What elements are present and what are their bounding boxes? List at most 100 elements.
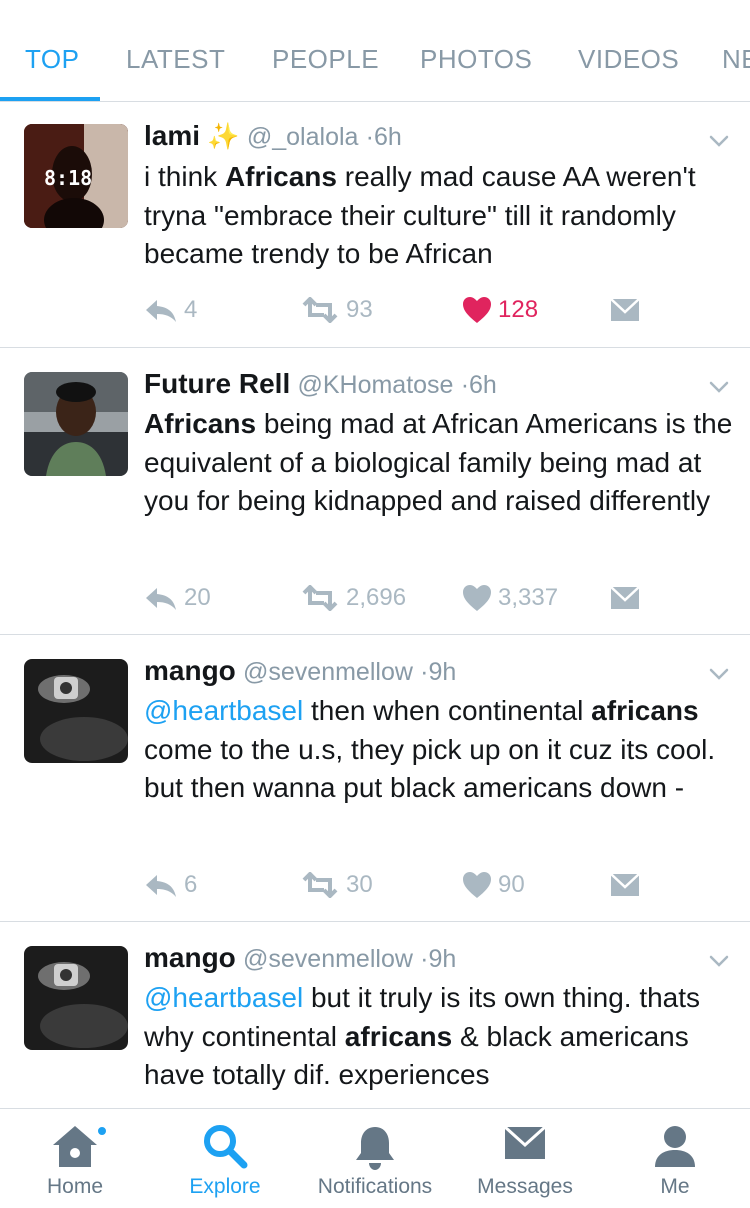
avatar[interactable] xyxy=(24,659,128,763)
search-tabs: TOP LATEST PEOPLE PHOTOS VIDEOS NE xyxy=(0,0,750,102)
envelope-icon xyxy=(610,298,640,321)
like-button[interactable]: 3,337 xyxy=(462,582,558,614)
retweet-icon xyxy=(302,297,338,323)
tab-news[interactable]: NE xyxy=(722,44,750,75)
display-name[interactable]: mango xyxy=(144,942,236,973)
retweet-icon xyxy=(302,585,338,611)
nav-label: Home xyxy=(46,1175,104,1198)
nav-notifications[interactable]: Notifications xyxy=(300,1109,450,1208)
reply-count: 6 xyxy=(184,871,198,898)
direct-message-button[interactable] xyxy=(610,582,646,614)
tweet-actions: 4 93 128 xyxy=(144,294,664,326)
tweet-text: Africans being mad at African Americans … xyxy=(144,405,734,521)
user-handle[interactable]: @sevenmellow xyxy=(243,658,413,686)
retweet-count: 93 xyxy=(346,296,373,323)
chevron-down-icon[interactable] xyxy=(708,376,730,398)
tab-top[interactable]: TOP xyxy=(25,44,79,75)
envelope-icon xyxy=(610,873,640,896)
nav-label: Me xyxy=(660,1175,690,1198)
tab-latest[interactable]: LATEST xyxy=(126,44,225,75)
nav-label: Explore xyxy=(189,1175,261,1198)
reply-icon xyxy=(146,875,176,897)
retweet-icon xyxy=(302,872,338,898)
display-name[interactable]: mango xyxy=(144,655,236,686)
unread-indicator-dot xyxy=(96,1125,108,1137)
bell-icon xyxy=(356,1127,394,1170)
tweet-header: mango @sevenmellow ·9h xyxy=(144,942,456,974)
avatar[interactable] xyxy=(24,372,128,476)
tab-people[interactable]: PEOPLE xyxy=(272,44,379,75)
like-button[interactable]: 90 xyxy=(462,869,525,901)
reply-count: 20 xyxy=(184,584,211,611)
chevron-down-icon[interactable] xyxy=(708,663,730,685)
tweet-text-part: come to the u.s, they pick up on it cuz … xyxy=(144,733,716,804)
tweet-text: @heartbasel but it truly is its own thin… xyxy=(144,979,734,1095)
highlighted-keyword: Africans xyxy=(224,161,337,192)
user-handle[interactable]: @sevenmellow xyxy=(243,945,413,973)
envelope-icon xyxy=(503,1125,547,1159)
like-count: 128 xyxy=(498,296,539,323)
highlighted-keyword: Africans xyxy=(144,408,257,439)
like-button[interactable]: 128 xyxy=(462,294,538,326)
avatar-photo xyxy=(24,659,128,763)
display-name[interactable]: lami xyxy=(144,120,200,151)
direct-message-button[interactable] xyxy=(610,869,646,901)
sparkle-emoji: ✨ xyxy=(207,121,240,151)
tweet[interactable]: 8:18 lami ✨ @_olalola ·6h i think Africa… xyxy=(0,102,750,348)
tweet[interactable]: mango @sevenmellow ·9h @heartbasel but i… xyxy=(0,922,750,1108)
tab-videos[interactable]: VIDEOS xyxy=(578,44,679,75)
separator-dot: · xyxy=(460,371,470,399)
tab-photos[interactable]: PHOTOS xyxy=(420,44,532,75)
mention-link[interactable]: @heartbasel xyxy=(144,695,303,726)
mention-link[interactable]: @heartbasel xyxy=(144,982,303,1013)
avatar[interactable]: 8:18 xyxy=(24,124,128,228)
tweet[interactable]: Future Rell @KHomatose ·6h Africans bein… xyxy=(0,348,750,635)
tweet-header: mango @sevenmellow ·9h xyxy=(144,655,456,687)
tweet-header: Future Rell @KHomatose ·6h xyxy=(144,368,497,400)
chevron-down-icon[interactable] xyxy=(708,950,730,972)
separator-dot: · xyxy=(365,123,374,151)
timestamp: 9h xyxy=(428,658,457,686)
reply-button[interactable]: 4 xyxy=(144,294,197,326)
retweet-button[interactable]: 2,696 xyxy=(300,582,406,614)
user-handle[interactable]: @KHomatose xyxy=(297,371,453,399)
active-tab-indicator xyxy=(0,97,100,101)
reply-icon xyxy=(146,588,176,610)
reply-icon xyxy=(146,300,176,322)
highlighted-keyword: africans xyxy=(591,695,699,726)
bottom-tab-bar: Home Explore Notifications Messages Me xyxy=(0,1108,750,1208)
like-count: 3,337 xyxy=(498,584,559,611)
search-icon xyxy=(204,1125,248,1169)
avatar-photo xyxy=(24,946,128,1050)
nav-explore[interactable]: Explore xyxy=(150,1109,300,1208)
timestamp: 9h xyxy=(428,945,457,973)
envelope-icon xyxy=(610,586,640,609)
timestamp: 6h xyxy=(374,123,402,151)
retweet-button[interactable]: 30 xyxy=(300,869,373,901)
reply-button[interactable]: 20 xyxy=(144,582,211,614)
tweet-actions: 20 2,696 3,337 xyxy=(144,582,664,614)
tweet-text-part: i think xyxy=(144,161,225,192)
tweet[interactable]: mango @sevenmellow ·9h @heartbasel then … xyxy=(0,635,750,922)
highlighted-keyword: africans xyxy=(344,1020,453,1052)
user-handle[interactable]: @_olalola xyxy=(247,123,359,151)
reply-button[interactable]: 6 xyxy=(144,869,197,901)
home-icon xyxy=(53,1126,97,1167)
nav-messages[interactable]: Messages xyxy=(450,1109,600,1208)
timestamp: 6h xyxy=(469,371,497,399)
reply-count: 4 xyxy=(184,296,198,323)
avatar[interactable] xyxy=(24,946,128,1050)
display-name[interactable]: Future Rell xyxy=(144,368,290,399)
heart-icon xyxy=(463,297,491,323)
chevron-down-icon[interactable] xyxy=(708,130,730,152)
nav-home[interactable]: Home xyxy=(0,1109,150,1208)
retweet-button[interactable]: 93 xyxy=(300,294,373,326)
retweet-count: 2,696 xyxy=(346,584,407,611)
nav-me[interactable]: Me xyxy=(600,1109,750,1208)
avatar-photo xyxy=(24,372,128,476)
nav-label: Notifications xyxy=(317,1175,433,1198)
person-icon xyxy=(655,1126,695,1167)
heart-icon xyxy=(463,585,491,611)
tweet-text-part: then when continental xyxy=(303,695,592,726)
direct-message-button[interactable] xyxy=(610,294,646,326)
